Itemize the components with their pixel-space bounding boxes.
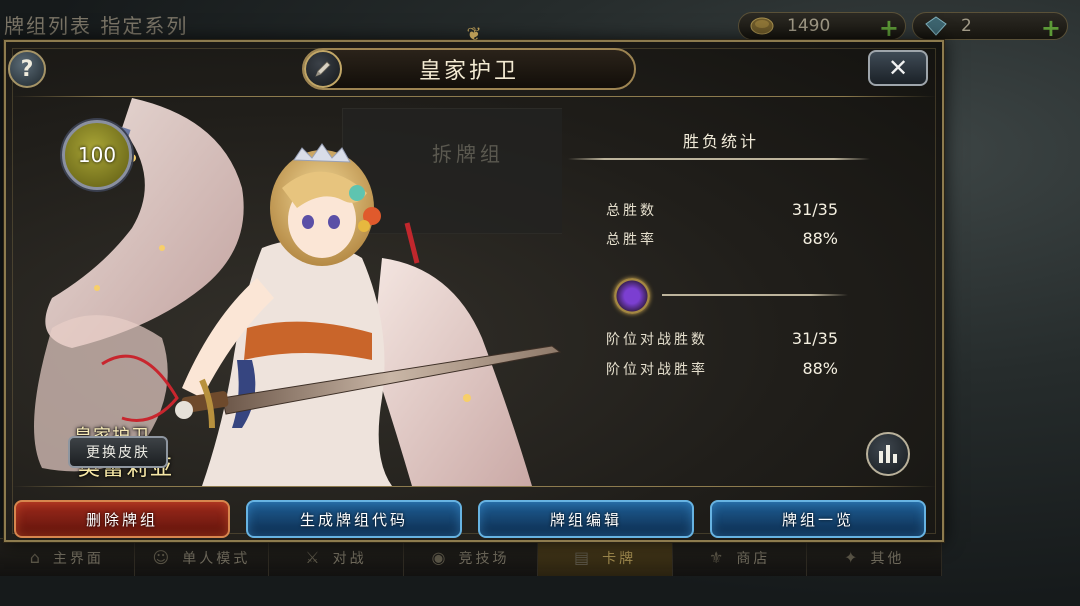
nav-other[interactable]: ✦ 其他 bbox=[807, 539, 943, 576]
close-icon: ✕ bbox=[887, 54, 909, 82]
edit-deck-button[interactable]: 牌组编辑 bbox=[478, 500, 694, 538]
stats-divider bbox=[568, 158, 870, 160]
arena-icon: ◉ bbox=[431, 548, 449, 567]
level-value: 100 bbox=[77, 143, 117, 167]
gold-coin-icon bbox=[747, 14, 777, 38]
ranked-wins-label: 阶位对战胜数 bbox=[606, 332, 708, 348]
person-icon: ☺ bbox=[152, 548, 173, 567]
character-art-area: 拆牌组 100 奥蕾莉亚 bbox=[12, 98, 562, 486]
total-wins-value: 31/35 bbox=[791, 200, 838, 219]
bar-chart-icon-bar bbox=[886, 445, 890, 463]
rename-deck-button[interactable] bbox=[304, 50, 342, 88]
rank-divider bbox=[662, 294, 848, 296]
gem-icon bbox=[921, 14, 951, 38]
header-divider bbox=[12, 96, 936, 97]
top-ornament-icon: ❦ bbox=[466, 24, 482, 45]
ranked-rate-row: 阶位对战胜率 88% bbox=[606, 359, 838, 379]
nav-shop[interactable]: ⚜ 商店 bbox=[673, 539, 808, 576]
background-title: 牌组列表 指定系列 bbox=[4, 14, 189, 38]
win-rate-value: 88% bbox=[802, 229, 838, 248]
crossed-swords-icon: ⚔ bbox=[305, 548, 323, 567]
help-button[interactable]: ? bbox=[8, 50, 46, 88]
deck-title-bar: 皇家护卫 bbox=[302, 48, 636, 90]
nav-cards[interactable]: ▤ 卡牌 bbox=[538, 539, 673, 576]
bar-chart-icon-bar bbox=[893, 454, 897, 463]
total-wins-label: 总胜数 bbox=[606, 203, 657, 219]
change-skin-button[interactable]: 更换皮肤 bbox=[68, 436, 168, 468]
more-icon: ✦ bbox=[844, 548, 861, 567]
delete-deck-button[interactable]: 删除牌组 bbox=[14, 500, 230, 538]
shop-icon: ⚜ bbox=[709, 548, 727, 567]
close-button[interactable]: ✕ bbox=[868, 50, 928, 86]
nav-single-player[interactable]: ☺ 单人模式 bbox=[135, 539, 270, 576]
stats-chart-button[interactable] bbox=[866, 432, 910, 476]
add-gold-button[interactable]: + bbox=[879, 14, 899, 42]
win-rate-row: 总胜率 88% bbox=[606, 229, 838, 249]
rank-emblem-icon bbox=[614, 278, 650, 314]
ranked-rate-value: 88% bbox=[802, 359, 838, 378]
generate-deck-code-button[interactable]: 生成牌组代码 bbox=[246, 500, 462, 538]
gold-counter: 1490 + bbox=[738, 12, 906, 42]
total-wins-row: 总胜数 31/35 bbox=[606, 200, 838, 220]
cards-icon: ▤ bbox=[574, 548, 593, 567]
deck-title: 皇家护卫 bbox=[418, 59, 519, 84]
ranked-rate-label: 阶位对战胜率 bbox=[606, 362, 708, 378]
level-badge: 100 bbox=[62, 120, 132, 190]
gem-value: 2 bbox=[961, 16, 972, 36]
home-icon: ⌂ bbox=[29, 548, 43, 567]
nav-battle[interactable]: ⚔ 对战 bbox=[269, 539, 404, 576]
win-rate-label: 总胜率 bbox=[606, 232, 657, 248]
nav-home[interactable]: ⌂ 主界面 bbox=[0, 539, 135, 576]
footer-divider bbox=[12, 486, 936, 487]
bar-chart-icon bbox=[879, 451, 883, 463]
gem-counter: 2 + bbox=[912, 12, 1068, 42]
pen-icon bbox=[315, 61, 331, 77]
nav-arena[interactable]: ◉ 竞技场 bbox=[404, 539, 539, 576]
ranked-wins-value: 31/35 bbox=[791, 329, 838, 348]
gold-value: 1490 bbox=[787, 16, 831, 36]
add-gem-button[interactable]: + bbox=[1041, 14, 1061, 42]
deck-detail-dialog: ❦ ? 皇家护卫 ✕ 拆牌组 100 奥蕾莉亚 更换皮肤 胜负统计 总胜数 31… bbox=[4, 24, 944, 542]
stats-title: 胜负统计 bbox=[682, 132, 759, 151]
deck-overview-button[interactable]: 牌组一览 bbox=[710, 500, 926, 538]
ranked-wins-row: 阶位对战胜数 31/35 bbox=[606, 329, 838, 349]
bottom-nav: ⌂ 主界面 ☺ 单人模式 ⚔ 对战 ◉ 竞技场 ▤ 卡牌 ⚜ 商店 ✦ 其他 bbox=[0, 538, 943, 576]
question-mark-icon: ? bbox=[20, 56, 34, 82]
